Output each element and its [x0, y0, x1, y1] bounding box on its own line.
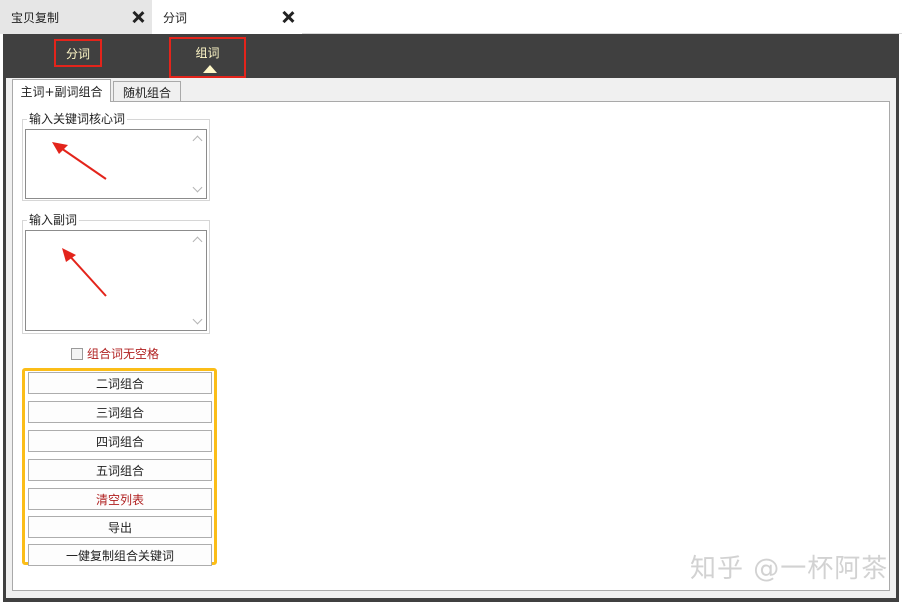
button-label: 导出	[107, 520, 132, 535]
three-word-combo-button[interactable]: 三词组合	[28, 401, 212, 423]
button-label: 五词组合	[95, 463, 144, 478]
core-keyword-legend: 输入关键词核心词	[27, 112, 128, 126]
scroll-down-icon[interactable]	[192, 182, 203, 193]
sub-word-group: 输入副词	[22, 213, 210, 334]
button-label: 清空列表	[95, 492, 144, 507]
tab-random-combo[interactable]: 随机组合	[113, 81, 181, 102]
watermark: 知乎 @一杯阿茶	[690, 554, 889, 584]
sub-word-scrollbar[interactable]	[190, 231, 206, 330]
scroll-up-icon[interactable]	[192, 135, 203, 146]
copy-combo-keywords-button[interactable]: 一健复制组合关键词	[28, 544, 212, 566]
sub-word-legend: 输入副词	[27, 213, 80, 227]
red-arrow-annotation-icon	[52, 142, 107, 180]
core-keyword-input[interactable]	[25, 129, 207, 199]
close-icon[interactable]	[132, 11, 144, 23]
export-button[interactable]: 导出	[28, 516, 212, 538]
scroll-down-icon[interactable]	[192, 314, 203, 325]
tab-label: 主词+副词组合	[20, 84, 103, 99]
mode-fenci-button[interactable]: 分词	[54, 39, 102, 67]
doc-tab-label: 分词	[163, 10, 188, 25]
mode-fenci-label: 分词	[65, 46, 90, 61]
doc-tab-label: 宝贝复制	[11, 10, 60, 25]
no-space-option[interactable]: 组合词无空格	[71, 345, 159, 362]
doc-tab-product-copy[interactable]: 宝贝复制	[0, 0, 152, 34]
content-area: 主词+副词组合 随机组合 输入关键词核心词 输入副词 组合词无空格 二词组合 三…	[6, 78, 896, 598]
red-arrow-annotation-icon	[62, 248, 107, 297]
combo-panel: 输入关键词核心词 输入副词 组合词无空格 二词组合 三词组合 四词组合 五词组合…	[12, 101, 890, 591]
active-indicator-icon	[203, 65, 217, 73]
button-label: 四词组合	[95, 434, 144, 449]
tab-label: 随机组合	[122, 85, 171, 100]
button-label: 一健复制组合关键词	[65, 548, 174, 563]
tool-frame: 分词 组词 主词+副词组合 随机组合 输入关键词核心词 输入副词 组合词无空格 …	[3, 34, 899, 602]
button-label: 二词组合	[95, 376, 144, 391]
core-keyword-scrollbar[interactable]	[190, 130, 206, 198]
close-icon[interactable]	[282, 11, 294, 23]
two-word-combo-button[interactable]: 二词组合	[28, 372, 212, 394]
mode-zuci-button[interactable]: 组词	[169, 37, 246, 78]
no-space-checkbox[interactable]	[71, 347, 83, 360]
tab-main-sub-combo[interactable]: 主词+副词组合	[12, 79, 111, 102]
four-word-combo-button[interactable]: 四词组合	[28, 430, 212, 452]
five-word-combo-button[interactable]: 五词组合	[28, 459, 212, 481]
no-space-label: 组合词无空格	[87, 347, 160, 361]
clear-list-button[interactable]: 清空列表	[28, 488, 212, 510]
mode-zuci-label: 组词	[195, 46, 220, 60]
button-label: 三词组合	[95, 405, 144, 420]
core-keyword-group: 输入关键词核心词	[22, 112, 210, 201]
doc-tab-segmentation[interactable]: 分词	[152, 0, 302, 34]
sub-word-input[interactable]	[25, 230, 207, 331]
scroll-up-icon[interactable]	[192, 236, 203, 247]
combo-button-group: 二词组合 三词组合 四词组合 五词组合 清空列表 导出 一健复制组合关键词	[22, 368, 217, 566]
document-tab-bar: 宝贝复制 分词	[0, 0, 902, 34]
